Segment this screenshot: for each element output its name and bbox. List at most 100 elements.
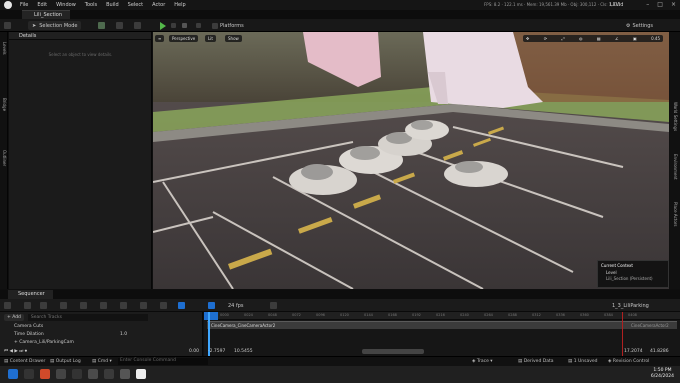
lit-button[interactable]: Lit: [205, 35, 216, 42]
timeline-scrollbar[interactable]: [362, 349, 424, 354]
track-camera-actor[interactable]: + Camera_Lili/ParkingCam: [14, 339, 74, 346]
view-range-end[interactable]: 10.5455: [234, 348, 253, 355]
close-icon[interactable]: ×: [671, 1, 676, 8]
unreal-logo-icon[interactable]: [4, 1, 12, 9]
steam-icon[interactable]: [120, 369, 130, 379]
selection-mode-button[interactable]: ➤ Selection Mode: [28, 21, 82, 30]
ruler-tick: 0216: [436, 313, 445, 317]
seq-key-icon[interactable]: [100, 301, 109, 310]
working-range-start[interactable]: 17.2074: [624, 348, 643, 355]
menu-help[interactable]: Help: [174, 2, 185, 8]
stop-button[interactable]: [182, 21, 189, 30]
discord-icon[interactable]: [72, 369, 82, 379]
save-icon[interactable]: [4, 21, 13, 30]
camera-speed[interactable]: 0.45: [651, 35, 660, 42]
maximize-icon[interactable]: □: [657, 1, 663, 8]
viewport-options-button[interactable]: ≡: [155, 35, 165, 42]
menu-window[interactable]: Window: [56, 2, 76, 8]
cinematics-icon[interactable]: [134, 21, 143, 30]
snap-grid-icon[interactable]: ▦: [597, 35, 601, 42]
unsaved-button[interactable]: ▤ 1 Unsaved: [568, 359, 598, 364]
trace-button[interactable]: ◈ Trace ▾: [472, 359, 493, 364]
ruler-tick: 0384: [604, 313, 613, 317]
track-search-input[interactable]: Search Tracks: [27, 314, 148, 321]
ruler-tick: 0264: [484, 313, 493, 317]
search-icon[interactable]: [24, 369, 34, 379]
play-options-icon[interactable]: [171, 21, 178, 30]
show-button[interactable]: Show: [225, 35, 242, 42]
menu-edit[interactable]: Edit: [37, 2, 47, 8]
sequence-breadcrumb[interactable]: 1_3_LiliParking: [612, 301, 649, 310]
seq-find-icon[interactable]: [24, 301, 33, 310]
side-tab-environment[interactable]: Environment: [673, 154, 678, 180]
view-range-start[interactable]: -2.7597: [208, 348, 225, 355]
add-track-button[interactable]: + Add: [4, 314, 24, 321]
working-range-end[interactable]: 41.8286: [650, 348, 669, 355]
add-content-icon[interactable]: [98, 21, 107, 30]
revision-control-button[interactable]: ◈ Revision Control: [608, 359, 649, 364]
camera-icon[interactable]: ▣: [633, 35, 637, 42]
scale-icon[interactable]: ⤢: [561, 35, 564, 42]
seq-render-icon[interactable]: [40, 301, 49, 310]
seq-transform-icon[interactable]: [120, 301, 129, 310]
level-tab[interactable]: Lili_Section: [22, 10, 71, 19]
track-time-dilation[interactable]: Time Dilation: [14, 331, 44, 338]
sequencer-timeline[interactable]: 0000 0024 0048 0072 0096 0120 0144 0168 …: [204, 312, 680, 356]
browser-icon[interactable]: [40, 369, 50, 379]
fps-selector[interactable]: 24 fps: [228, 301, 244, 310]
system-clock[interactable]: 1:50 PM 6/24/2024: [651, 368, 674, 380]
menu-select[interactable]: Select: [128, 2, 143, 8]
world-icon[interactable]: ◍: [579, 35, 583, 42]
current-context-panel: Current Context Level Lili_Section (Pers…: [597, 260, 669, 288]
ruler-tick: 0240: [460, 313, 469, 317]
time-dilation-value[interactable]: 1.0: [120, 331, 127, 338]
seq-magnet-button[interactable]: [208, 301, 217, 310]
playback-end-marker[interactable]: [622, 312, 623, 356]
seq-curve-icon[interactable]: [140, 301, 149, 310]
side-tab-world-settings[interactable]: World Settings: [673, 102, 678, 131]
track-camera-cuts[interactable]: Camera Cuts: [14, 323, 43, 330]
obs-icon[interactable]: [88, 369, 98, 379]
seq-select-icon[interactable]: [178, 301, 187, 310]
task-view-icon[interactable]: [56, 369, 66, 379]
cmd-selector[interactable]: ▤ Cmd ▾: [92, 359, 112, 364]
launch-options-icon[interactable]: [196, 21, 203, 30]
sequencer-tab[interactable]: Sequencer: [8, 290, 53, 299]
level-viewport[interactable]: ≡ Perspective Lit Show ✥ ⟳ ⤢ ◍ ▦ ∠ ▣ 0.4…: [153, 32, 669, 289]
seq-save-icon[interactable]: [4, 301, 13, 310]
side-tab-levels[interactable]: Levels: [2, 42, 7, 55]
transport-icons[interactable]: ⏮ ◀ ▶ ⏭ ⏺: [4, 348, 27, 355]
content-drawer-button[interactable]: ▤ Content Drawer: [4, 359, 45, 364]
timeline-ruler[interactable]: 0000 0024 0048 0072 0096 0120 0144 0168 …: [204, 312, 680, 320]
output-log-button[interactable]: ▤ Output Log: [50, 359, 81, 364]
menu-actor[interactable]: Actor: [152, 2, 165, 8]
seq-actions-icon[interactable]: [60, 301, 69, 310]
perspective-button[interactable]: Perspective: [169, 35, 199, 42]
derived-data-button[interactable]: ▤ Derived Data: [518, 359, 554, 364]
settings-button[interactable]: ⚙ Settings: [626, 21, 653, 30]
snap-angle-icon[interactable]: ∠: [615, 35, 619, 42]
side-tab-place-actors[interactable]: Place Actors: [673, 202, 678, 227]
details-header: Details: [9, 32, 151, 40]
seq-snap-icon[interactable]: [160, 301, 169, 310]
app-icon[interactable]: [104, 369, 114, 379]
play-button[interactable]: [160, 21, 166, 30]
menu-build[interactable]: Build: [106, 2, 119, 8]
unreal-taskbar-icon[interactable]: [136, 369, 146, 379]
current-time[interactable]: 0.00: [189, 348, 199, 355]
seq-camera-icon[interactable]: [80, 301, 89, 310]
minimize-icon[interactable]: –: [646, 1, 649, 8]
translate-icon[interactable]: ✥: [526, 35, 529, 42]
menu-file[interactable]: File: [20, 2, 28, 8]
start-icon[interactable]: [8, 369, 18, 379]
camera-cut-section[interactable]: CineCamera_CineCameraActor2 CineCameraAc…: [207, 321, 677, 329]
side-tab-bridge[interactable]: Bridge: [2, 98, 7, 111]
seq-loop-icon[interactable]: [270, 301, 279, 310]
blueprint-icon[interactable]: [116, 21, 125, 30]
rotate-icon[interactable]: ⟳: [544, 35, 547, 42]
menu-tools[interactable]: Tools: [85, 2, 97, 8]
console-input[interactable]: Enter Console Command: [118, 358, 208, 365]
side-tab-outliner[interactable]: Outliner: [2, 150, 7, 166]
lit-label: Lit: [208, 36, 213, 41]
platforms-button[interactable]: Platforms: [212, 21, 244, 30]
